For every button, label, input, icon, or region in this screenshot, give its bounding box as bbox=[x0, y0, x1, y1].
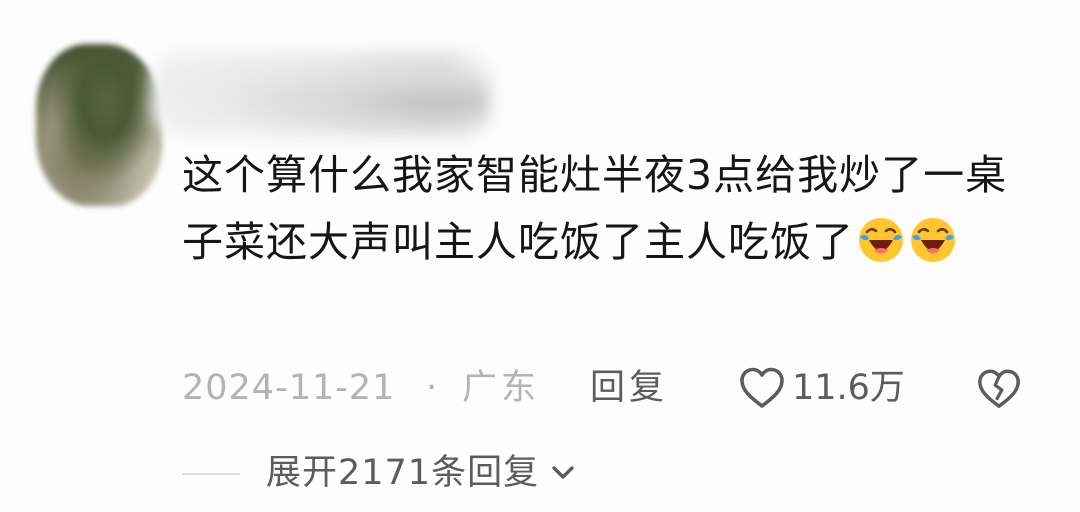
comment-location: 广东 bbox=[462, 368, 541, 408]
comment-body: 这个算什么我家智能灶半夜3点给我炒了一桌子菜还大声叫主人吃饭了主人吃饭了 bbox=[182, 142, 1042, 276]
meta-separator: · bbox=[426, 368, 438, 408]
like-count: 11.6万 bbox=[792, 368, 905, 408]
comment-date: 2024-11-21 bbox=[182, 368, 396, 408]
crying-laughing-emoji bbox=[859, 218, 903, 262]
broken-heart-icon[interactable] bbox=[976, 366, 1022, 412]
chevron-down-icon bbox=[552, 466, 574, 479]
expand-replies-label: 展开2171条回复 bbox=[266, 453, 540, 493]
divider bbox=[182, 473, 240, 475]
username-redacted[interactable] bbox=[150, 52, 490, 136]
avatar[interactable] bbox=[36, 44, 162, 206]
reply-button[interactable]: 回复 bbox=[590, 362, 668, 414]
crying-laughing-emoji bbox=[911, 218, 955, 262]
comment-item: 这个算什么我家智能灶半夜3点给我炒了一桌子菜还大声叫主人吃饭了主人吃饭了 202… bbox=[0, 0, 1080, 512]
comment-meta: 2024-11-21 · 广东 回复 11.6万 bbox=[182, 362, 1042, 414]
heart-outline-icon[interactable] bbox=[738, 364, 786, 412]
